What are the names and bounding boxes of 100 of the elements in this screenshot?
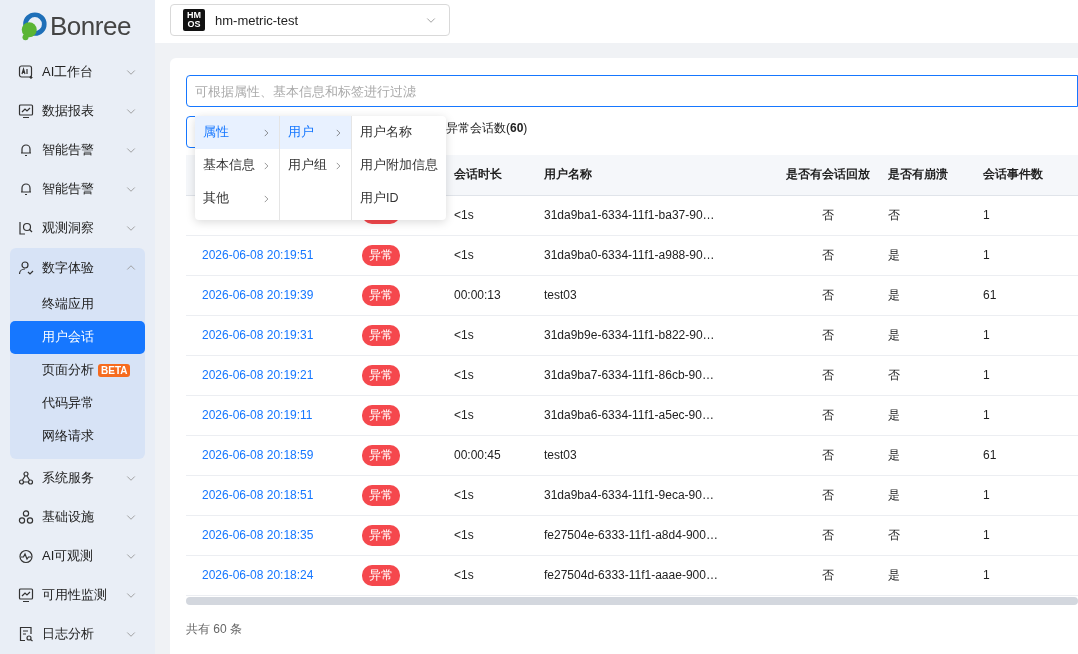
- time-link[interactable]: 2026-06-08 20:19:51: [202, 248, 314, 262]
- table-cell: <1s: [454, 488, 474, 502]
- table-cell: 是: [888, 567, 900, 582]
- chevron-right-icon: [333, 127, 343, 138]
- table-cell: 否: [822, 487, 834, 502]
- table-cell: 否: [822, 567, 834, 582]
- table-cell: 61: [983, 288, 997, 302]
- table-cell: 是: [888, 287, 900, 302]
- time-link[interactable]: 2026-06-08 20:18:24: [202, 568, 314, 582]
- time-link[interactable]: 2026-06-08 20:19:31: [202, 328, 314, 342]
- cascader-option[interactable]: 用户附加信息: [352, 149, 446, 182]
- time-link[interactable]: 2026-06-08 20:19:11: [202, 408, 313, 422]
- nodes-icon: [18, 509, 34, 526]
- time-link[interactable]: 2026-06-08 20:18:51: [202, 488, 314, 502]
- column-header: 用户名称: [544, 155, 768, 195]
- sidebar-item[interactable]: 可用性监测: [10, 575, 145, 615]
- sidebar-item[interactable]: 数据报表: [10, 91, 145, 131]
- table-cell: 是: [888, 447, 900, 462]
- cascader-option[interactable]: 用户名称: [352, 116, 446, 149]
- time-link[interactable]: 2026-06-08 20:18:59: [202, 448, 314, 462]
- table-cell: 否: [822, 327, 834, 342]
- table-cell: 1: [983, 568, 990, 582]
- table-cell: 31da9b9e-6334-11f1-b822-90…: [544, 328, 715, 342]
- table-cell: 31da9ba4-6334-11f1-9eca-90…: [544, 488, 714, 502]
- table-cell: <1s: [454, 408, 474, 422]
- table-cell: 31da9ba7-6334-11f1-86cb-90…: [544, 368, 714, 382]
- sidebar-item[interactable]: AI可观测: [10, 536, 145, 576]
- sidebar-subitem[interactable]: 网络请求: [10, 419, 145, 453]
- app-selector[interactable]: HMOS hm-metric-test: [170, 4, 450, 36]
- status-badge: 异常: [362, 364, 400, 386]
- column-header: 会话事件数: [983, 155, 1078, 195]
- table-cell: 否: [822, 207, 834, 222]
- table-cell: 否: [822, 407, 834, 422]
- cascader-option[interactable]: 用户: [280, 116, 351, 149]
- status-badge: 异常: [362, 484, 400, 506]
- beta-badge: BETA: [98, 363, 131, 377]
- status-badge: 异常: [362, 284, 400, 306]
- chart-icon: [18, 587, 34, 604]
- table-cell: 1: [983, 528, 990, 542]
- time-link[interactable]: 2026-06-08 20:19:21: [202, 368, 314, 382]
- table-cell: 是: [888, 327, 900, 342]
- table-cell: <1s: [454, 568, 474, 582]
- abnormal-session-count: 异常会话数(60): [446, 119, 528, 137]
- table-cell: <1s: [454, 368, 474, 382]
- sidebar-item[interactable]: 智能告警: [10, 169, 145, 209]
- table-cell: 1: [983, 328, 990, 342]
- cascader-option[interactable]: 其他: [195, 182, 279, 215]
- table-cell: test03: [544, 288, 577, 302]
- bell-icon: [18, 142, 34, 159]
- search-icon: [18, 220, 34, 237]
- total-count: 共有 60 条: [186, 620, 243, 638]
- sidebar-item[interactable]: 基础设施: [10, 497, 145, 537]
- sidebar-subitem[interactable]: 用户会话: [10, 320, 145, 354]
- sidebar-item[interactable]: 智能告警: [10, 130, 145, 170]
- table-cell: 1: [983, 248, 990, 262]
- table-cell: 是: [888, 247, 900, 262]
- table-cell: 00:00:13: [454, 288, 501, 302]
- sidebar-item[interactable]: AI工作台: [10, 52, 145, 92]
- table-cell: 31da9ba1-6334-11f1-ba37-90…: [544, 208, 715, 222]
- table-cell: fe27504e-6333-11f1-a8d4-900…: [544, 528, 718, 542]
- table-cell: <1s: [454, 248, 474, 262]
- logo-text: Bonree: [50, 10, 131, 42]
- chart-icon: [18, 103, 34, 120]
- status-badge: 异常: [362, 244, 400, 266]
- cascader-option[interactable]: 基本信息: [195, 149, 279, 182]
- table-cell: 否: [822, 527, 834, 542]
- time-link[interactable]: 2026-06-08 20:18:35: [202, 528, 314, 542]
- cascader-option[interactable]: 用户组: [280, 149, 351, 182]
- table-cell: <1s: [454, 528, 474, 542]
- sidebar-item[interactable]: 观测洞察: [10, 208, 145, 248]
- table-cell: test03: [544, 448, 577, 462]
- sidebar-item[interactable]: 日志分析: [10, 614, 145, 654]
- bell-icon: [18, 181, 34, 198]
- subitem-label: 页面分析: [42, 361, 94, 380]
- status-badge: 异常: [362, 324, 400, 346]
- table-cell: 1: [983, 208, 990, 222]
- sidebar-subitem[interactable]: 终端应用: [10, 287, 145, 321]
- log-icon: [18, 626, 34, 643]
- horizontal-scrollbar[interactable]: [186, 596, 1078, 605]
- column-header: 是否有崩溃: [888, 155, 983, 195]
- network-icon: [18, 470, 34, 487]
- table-cell: 1: [983, 368, 990, 382]
- ai-badge-icon: [18, 64, 34, 81]
- chevron-right-icon: [261, 160, 271, 171]
- time-link[interactable]: 2026-06-08 20:19:39: [202, 288, 314, 302]
- table-cell: 31da9ba6-6334-11f1-a5ec-90…: [544, 408, 714, 422]
- column-header: 是否有会话回放: [768, 155, 888, 195]
- table-cell: 1: [983, 408, 990, 422]
- status-badge: 异常: [362, 564, 400, 586]
- sidebar-subitem[interactable]: 代码异常: [10, 386, 145, 420]
- filter-input[interactable]: 可根据属性、基本信息和标签进行过滤: [186, 75, 1078, 107]
- chevron-right-icon: [333, 160, 343, 171]
- sidebar-item[interactable]: 系统服务: [10, 458, 145, 498]
- chevron-right-icon: [261, 127, 271, 138]
- table-cell: <1s: [454, 208, 474, 222]
- table-cell: 1: [983, 488, 990, 502]
- chevron-right-icon: [261, 193, 271, 204]
- sidebar-item[interactable]: 数字体验: [10, 247, 145, 288]
- table-cell: 31da9ba0-6334-11f1-a988-90…: [544, 248, 715, 262]
- cascader-option[interactable]: 属性: [195, 116, 279, 149]
